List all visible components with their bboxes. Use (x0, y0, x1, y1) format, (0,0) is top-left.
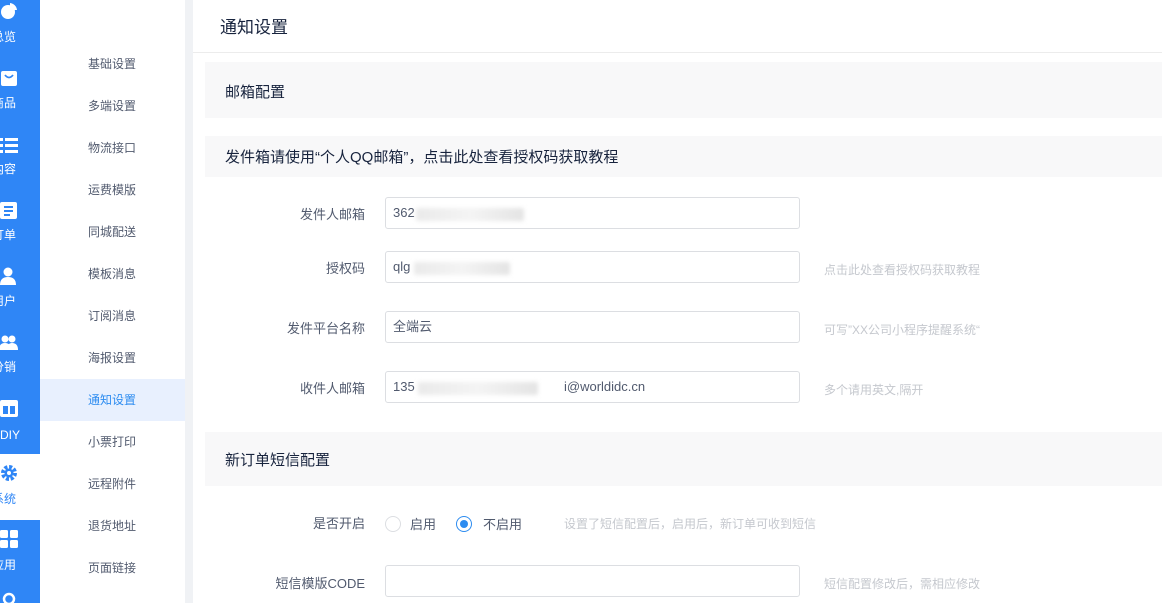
list-icon (0, 138, 18, 153)
grid-icon (0, 530, 18, 548)
section-title: 新订单短信配置 (225, 452, 331, 469)
submenu-item-shipping-template[interactable]: 运费模版 (40, 169, 185, 211)
layout-icon (0, 400, 18, 417)
platform-name-field[interactable]: 全端云 (385, 311, 800, 343)
nav-label: 分销 (0, 360, 17, 374)
divider (193, 52, 1162, 53)
sms-enable-hint: 设置了短信配置后，启用后，新订单可收到短信 (564, 517, 817, 531)
email-tip-bar[interactable]: 发件箱请使用“个人QQ邮箱”，点击此处查看授权码获取教程 (205, 136, 1162, 177)
redacted-blur (416, 208, 524, 221)
sender-email-value: 362 (393, 205, 415, 220)
pie-chart-icon (1, 3, 17, 19)
submenu-item-return-address[interactable]: 退货地址 (40, 505, 185, 547)
section-title: 邮箱配置 (225, 84, 286, 101)
nav-label: 用户 (0, 294, 17, 308)
sms-config-header: 新订单短信配置 (205, 432, 1162, 486)
auth-code-hint[interactable]: 点击此处查看授权码获取教程 (824, 263, 980, 277)
submenu-item-local-delivery[interactable]: 同城配送 (40, 211, 185, 253)
settings-submenu: 基础设置 多端设置 物流接口 运费模版 同城配送 模板消息 订阅消息 海报设置 … (40, 0, 185, 603)
sender-email-field[interactable]: 362 (385, 197, 800, 229)
redacted-blur (418, 382, 538, 395)
nav-label: 内容 (0, 162, 17, 176)
nav-item-system[interactable]: 系统 (0, 454, 40, 520)
email-tip-link[interactable]: 发件箱请使用“个人QQ邮箱”，点击此处查看授权码获取教程 (225, 149, 618, 167)
nav-item-users[interactable]: 用户 (0, 264, 40, 330)
gear-icon (1, 465, 17, 481)
users-icon (0, 335, 18, 350)
submenu-item-remote-attachment[interactable]: 远程附件 (40, 463, 185, 505)
main-nav-rail: 总览 商品 内容 订单 用户 分销 (0, 0, 40, 603)
auth-code-value: qlg (393, 259, 411, 274)
sms-template-hint: 短信配置修改后，需相应修改 (824, 577, 981, 591)
receiver-email-field[interactable]: 135 i@worldidc.cn (385, 371, 800, 403)
sms-template-label: 短信模版CODE (275, 576, 365, 591)
nav-label: 订单 (0, 228, 17, 242)
nav-label: 总览 (0, 30, 17, 44)
submenu-item-receipt-print[interactable]: 小票打印 (40, 421, 185, 463)
user-icon (0, 267, 16, 285)
main-content: 通知设置 邮箱配置 发件箱请使用“个人QQ邮箱”，点击此处查看授权码获取教程 发… (193, 0, 1162, 603)
submenu-item-poster[interactable]: 海报设置 (40, 337, 185, 379)
nav-item-overview[interactable]: 总览 (0, 0, 40, 66)
auth-code-field[interactable]: qlg (385, 251, 800, 283)
receiver-email-suffix: i@worldidc.cn (564, 379, 646, 394)
submenu-item-page-links[interactable]: 页面链接 (40, 547, 185, 589)
sms-enable-label: 是否开启 (312, 516, 365, 531)
platform-name-value: 全端云 (393, 319, 433, 334)
radio-disable[interactable] (456, 516, 472, 532)
receiver-email-hint: 多个请用英文,隔开 (824, 383, 924, 397)
nav-label: 商品 (0, 96, 17, 110)
nav-label: DIY (0, 428, 21, 442)
sms-template-input[interactable] (385, 565, 800, 597)
page-title: 通知设置 (220, 18, 288, 37)
more-icon (2, 592, 16, 603)
submenu-item-template-message[interactable]: 模板消息 (40, 253, 185, 295)
platform-name-hint: 可写”XX公司小程序提醒系统“ (824, 323, 981, 337)
nav-item-distribution[interactable]: 分销 (0, 330, 40, 396)
redacted-blur (414, 262, 510, 275)
nav-item-products[interactable]: 商品 (0, 66, 40, 132)
receiver-email-prefix: 135 (393, 379, 415, 394)
radio-disable-label[interactable]: 不启用 (483, 517, 522, 533)
auth-code-label: 授权码 (325, 261, 365, 276)
submenu-item-notification[interactable]: 通知设置 (40, 379, 185, 421)
nav-item-apps[interactable]: 应用 (0, 520, 40, 586)
submenu-item-multi-platform[interactable]: 多端设置 (40, 85, 185, 127)
nav-item-content[interactable]: 内容 (0, 132, 40, 198)
sender-email-label: 发件人邮箱 (299, 207, 365, 222)
nav-item-diy[interactable]: DIY (0, 396, 40, 462)
nav-item-orders[interactable]: 订单 (0, 198, 40, 264)
radio-enable[interactable] (385, 516, 401, 532)
submenu-item-subscription-message[interactable]: 订阅消息 (40, 295, 185, 337)
submenu-item-logistics[interactable]: 物流接口 (40, 127, 185, 169)
submenu-item-basic[interactable]: 基础设置 (40, 43, 185, 85)
order-doc-icon (0, 202, 17, 219)
shopping-bag-icon (1, 71, 17, 86)
email-config-header: 邮箱配置 (205, 62, 1162, 118)
nav-label: 系统 (0, 492, 17, 506)
receiver-email-label: 收件人邮箱 (299, 381, 365, 396)
radio-enable-label[interactable]: 启用 (410, 517, 436, 533)
nav-label: 应用 (0, 558, 17, 572)
platform-name-label: 发件平台名称 (286, 321, 365, 336)
